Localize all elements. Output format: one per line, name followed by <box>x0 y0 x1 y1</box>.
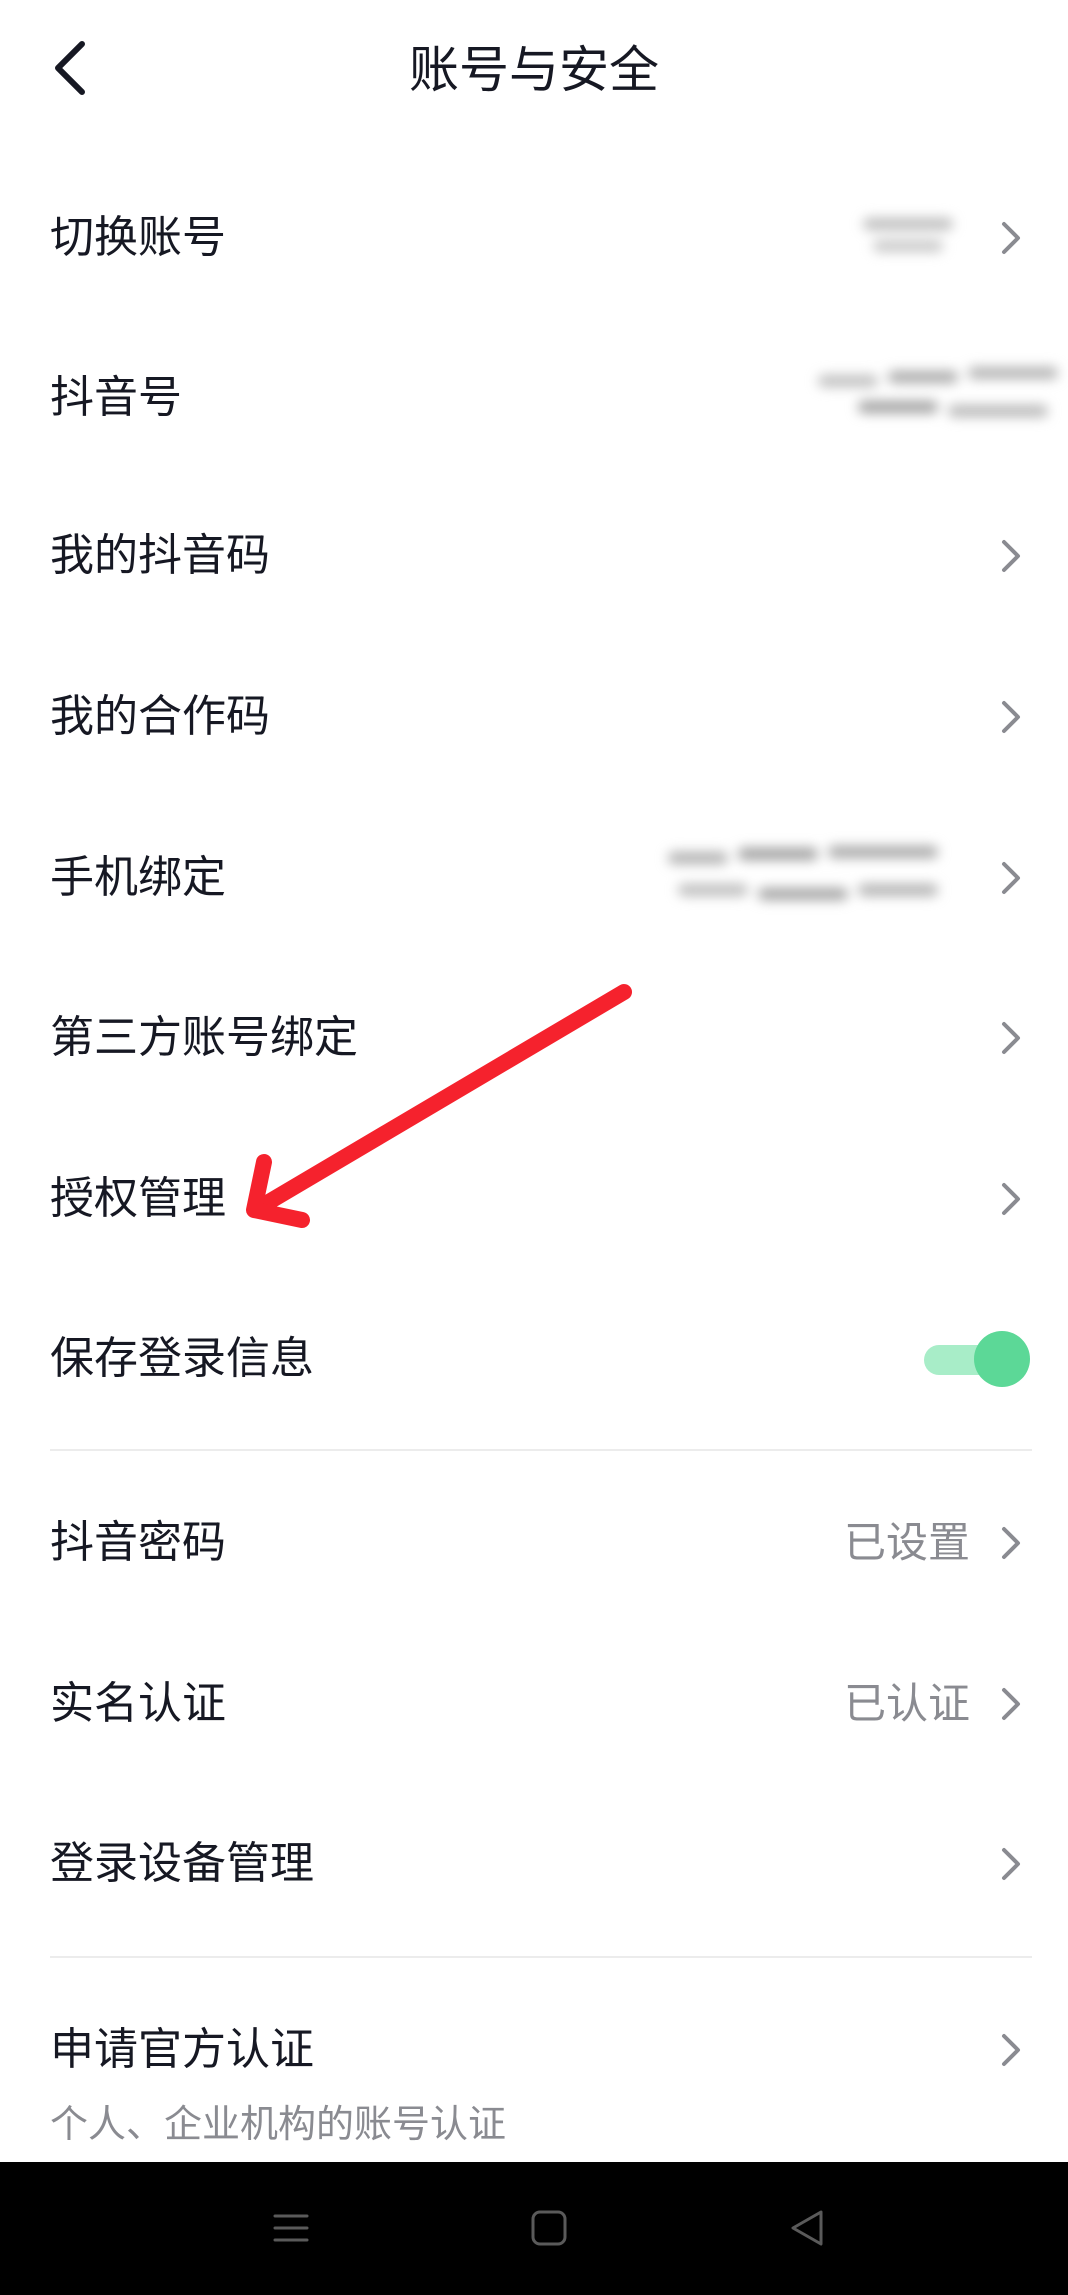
row-third-party-binding[interactable]: 第三方账号绑定 <box>0 978 1068 1098</box>
row-label: 登录设备管理 <box>50 1838 314 1889</box>
row-authorization-management[interactable]: 授权管理 <box>0 1139 1068 1259</box>
menu-icon <box>273 2214 309 2242</box>
redacted-value <box>853 198 963 278</box>
verification-status: 已认证 <box>843 1679 970 1728</box>
redacted-value <box>658 828 968 928</box>
back-triangle-icon <box>791 2210 823 2246</box>
save-login-toggle[interactable] <box>922 1331 1032 1387</box>
row-my-cooperation-code[interactable]: 我的合作码 <box>0 657 1068 777</box>
system-navigation-bar <box>0 2162 1068 2295</box>
toggle-knob <box>974 1331 1030 1387</box>
page-title: 账号与安全 <box>409 41 659 99</box>
row-my-douyin-code[interactable]: 我的抖音码 <box>0 496 1068 616</box>
row-label: 第三方账号绑定 <box>50 1012 358 1063</box>
row-label: 我的合作码 <box>50 691 270 742</box>
chevron-right-icon <box>1002 1527 1020 1559</box>
row-label: 切换账号 <box>50 212 226 263</box>
chevron-right-icon <box>1002 222 1020 254</box>
row-switch-account[interactable]: 切换账号 <box>0 178 1068 298</box>
row-douyin-id: 抖音号 <box>0 338 1068 458</box>
nav-home-button[interactable] <box>504 2192 594 2264</box>
password-status: 已设置 <box>843 1518 970 1567</box>
row-label: 抖音密码 <box>50 1517 226 1568</box>
row-apply-official-verification[interactable]: 申请官方认证 <box>0 1990 1068 2110</box>
row-label: 申请官方认证 <box>50 2024 314 2075</box>
row-real-name-verification[interactable]: 实名认证 已认证 <box>0 1644 1068 1764</box>
redacted-value <box>798 353 1068 443</box>
chevron-right-icon <box>1002 1688 1020 1720</box>
section-divider <box>50 1956 1032 1958</box>
nav-menu-button[interactable] <box>246 2192 336 2264</box>
row-label: 抖音号 <box>50 372 182 423</box>
official-verification-sublabel: 个人、企业机构的账号认证 <box>50 2102 507 2146</box>
row-label: 我的抖音码 <box>50 530 270 581</box>
chevron-right-icon <box>1002 862 1020 894</box>
row-label: 保存登录信息 <box>50 1333 314 1384</box>
row-login-device-management[interactable]: 登录设备管理 <box>0 1804 1068 1924</box>
header-bar: 账号与安全 <box>0 0 1068 140</box>
chevron-right-icon <box>1002 701 1020 733</box>
row-label: 实名认证 <box>50 1678 226 1729</box>
row-douyin-password[interactable]: 抖音密码 已设置 <box>0 1483 1068 1603</box>
chevron-right-icon <box>1002 2034 1020 2066</box>
nav-back-button[interactable] <box>762 2192 852 2264</box>
chevron-right-icon <box>1002 1022 1020 1054</box>
chevron-right-icon <box>1002 1183 1020 1215</box>
section-divider <box>50 1449 1032 1451</box>
home-square-icon <box>531 2210 567 2246</box>
row-label: 授权管理 <box>50 1173 226 1224</box>
row-phone-binding[interactable]: 手机绑定 <box>0 818 1068 938</box>
row-label: 手机绑定 <box>50 852 226 903</box>
chevron-right-icon <box>1002 540 1020 572</box>
chevron-right-icon <box>1002 1848 1020 1880</box>
row-save-login-info: 保存登录信息 <box>0 1299 1068 1419</box>
